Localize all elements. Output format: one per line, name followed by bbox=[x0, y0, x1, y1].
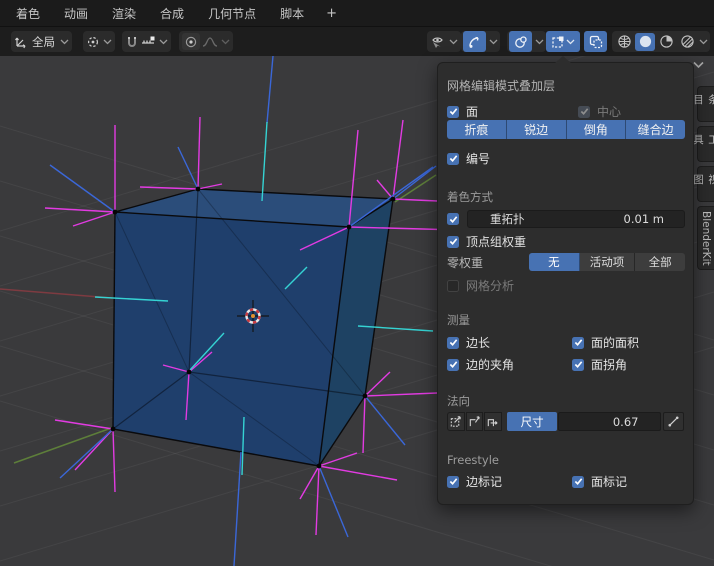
face-normals-toggle[interactable] bbox=[484, 412, 502, 431]
chevron-down-icon[interactable] bbox=[698, 39, 708, 45]
center-label: 中心 bbox=[597, 103, 621, 120]
edge-marks-checkbox[interactable] bbox=[447, 476, 459, 488]
transform-orientation-dropdown[interactable]: 全局 bbox=[11, 31, 72, 52]
normals-section-label: 法向 bbox=[447, 393, 470, 409]
retopology-checkbox[interactable] bbox=[447, 213, 459, 225]
bevel-button[interactable]: 倒角 bbox=[567, 120, 627, 139]
sidebar-tab-view[interactable]: 视图 bbox=[697, 166, 714, 202]
face-marks-checkbox[interactable] bbox=[572, 476, 584, 488]
proportional-editing-group bbox=[179, 31, 233, 52]
retopology-label: 重拓扑 bbox=[490, 211, 525, 227]
zero-weights-all-button[interactable]: 全部 bbox=[635, 253, 685, 271]
edge-angle-checkbox[interactable] bbox=[447, 359, 459, 371]
chevron-down-icon[interactable] bbox=[488, 39, 498, 45]
measurement-section-label: 测量 bbox=[447, 312, 470, 328]
mesh-analysis-label: 网格分析 bbox=[466, 277, 514, 294]
sidebar-tab-tool[interactable]: 工具 bbox=[697, 126, 714, 162]
freestyle-section-label: Freestyle bbox=[447, 453, 499, 467]
retopology-value: 0.01 m bbox=[624, 212, 664, 226]
mesh-edit-overlays-dropdown[interactable] bbox=[546, 31, 580, 52]
sidebar-tab-item[interactable]: 条目 bbox=[697, 86, 714, 122]
blender-window: 着色 动画 渲染 合成 几何节点 脚本 + 全局 bbox=[0, 0, 714, 566]
chevron-down-icon bbox=[448, 39, 458, 45]
workspace-tab-animation[interactable]: 动画 bbox=[52, 0, 100, 27]
retopology-offset-slider[interactable]: 重拓扑 0.01 m bbox=[467, 210, 685, 228]
proportional-editing-icon[interactable] bbox=[182, 33, 200, 50]
center-checkbox bbox=[578, 106, 590, 118]
topbar: 着色 动画 渲染 合成 几何节点 脚本 + bbox=[0, 0, 714, 27]
shading-section-label: 着色方式 bbox=[447, 189, 493, 205]
snapping-group bbox=[122, 31, 171, 52]
chevron-down-icon bbox=[59, 39, 69, 45]
mesh-analysis-checkbox bbox=[447, 280, 459, 292]
normals-size-value: 0.67 bbox=[613, 415, 639, 429]
snap-to-icon[interactable] bbox=[141, 35, 156, 49]
chevron-down-icon bbox=[566, 39, 576, 45]
face-area-checkbox[interactable] bbox=[572, 337, 584, 349]
show-overlays-button[interactable] bbox=[509, 31, 532, 52]
split-normals-toggle[interactable] bbox=[466, 412, 484, 431]
vertex-group-weights-checkbox[interactable] bbox=[447, 236, 459, 248]
pivot-point-dropdown[interactable] bbox=[83, 31, 115, 52]
orientation-label: 全局 bbox=[30, 34, 57, 50]
constant-screen-size-toggle[interactable] bbox=[663, 412, 684, 431]
solid-shading-icon[interactable] bbox=[635, 33, 655, 51]
face-angle-checkbox[interactable] bbox=[572, 359, 584, 371]
zero-weights-label: 零权重 bbox=[447, 254, 483, 271]
edge-length-checkbox[interactable] bbox=[447, 337, 459, 349]
indices-label: 编号 bbox=[466, 150, 490, 167]
falloff-curve-icon[interactable] bbox=[202, 35, 218, 49]
rendered-shading-icon[interactable] bbox=[677, 33, 697, 51]
normals-size-button[interactable]: 尺寸 bbox=[507, 412, 558, 431]
face-area-label: 面的面积 bbox=[591, 334, 639, 351]
object-type-visibility-dropdown[interactable] bbox=[427, 31, 461, 52]
pivot-point-icon bbox=[86, 35, 100, 49]
add-workspace-button[interactable]: + bbox=[316, 6, 347, 21]
vertex-normals-toggle[interactable] bbox=[447, 412, 465, 431]
magnet-icon[interactable] bbox=[125, 35, 139, 49]
workspace-tab-shading[interactable]: 着色 bbox=[4, 0, 52, 27]
edge-length-label: 边长 bbox=[466, 334, 490, 351]
gizmo-group bbox=[461, 31, 500, 52]
sidebar-tab-blenderkit[interactable]: BlenderKit bbox=[697, 206, 714, 270]
chevron-down-icon bbox=[158, 39, 168, 45]
normals-size-value-field[interactable]: 0.67 bbox=[558, 412, 661, 431]
overlays-group bbox=[507, 31, 546, 52]
xray-toggle-button[interactable] bbox=[584, 31, 607, 52]
wireframe-shading-icon[interactable] bbox=[614, 33, 634, 51]
creases-button[interactable]: 折痕 bbox=[447, 120, 507, 139]
workspace-tab-compositing[interactable]: 合成 bbox=[148, 0, 196, 27]
workspace-tab-geometry-nodes[interactable]: 几何节点 bbox=[196, 0, 268, 27]
chevron-down-icon bbox=[102, 39, 112, 45]
panel-title: 网格编辑模式叠加层 bbox=[447, 77, 555, 94]
seams-button[interactable]: 缝合边 bbox=[626, 120, 685, 139]
chevron-down-icon[interactable] bbox=[534, 39, 544, 45]
edge-angle-label: 边的夹角 bbox=[466, 356, 514, 373]
zero-weights-active-button[interactable]: 活动项 bbox=[580, 253, 636, 271]
zero-weights-none-button[interactable]: 无 bbox=[529, 253, 580, 271]
vertex-group-weights-label: 顶点组权重 bbox=[466, 233, 526, 250]
face-angle-label: 面拐角 bbox=[591, 356, 627, 373]
chevron-down-icon bbox=[220, 39, 230, 45]
faces-label: 面 bbox=[466, 103, 478, 120]
eye-pointer-icon bbox=[430, 35, 446, 49]
workspace-tab-scripting[interactable]: 脚本 bbox=[268, 0, 316, 27]
orientation-axes-icon bbox=[14, 35, 28, 49]
edge-marks-label: 边标记 bbox=[466, 473, 502, 490]
faces-checkbox[interactable] bbox=[447, 106, 459, 118]
sharp-button[interactable]: 锐边 bbox=[507, 120, 567, 139]
face-marks-label: 面标记 bbox=[591, 473, 627, 490]
workspace-tab-rendering[interactable]: 渲染 bbox=[100, 0, 148, 27]
indices-checkbox[interactable] bbox=[447, 153, 459, 165]
xray-icon bbox=[589, 35, 603, 49]
show-gizmo-button[interactable] bbox=[463, 31, 486, 52]
viewport-header: 全局 bbox=[0, 27, 714, 56]
edit-overlays-icon bbox=[551, 35, 565, 49]
shading-mode-group bbox=[612, 31, 710, 52]
mesh-edit-overlays-panel: 网格编辑模式叠加层 面 中心 折痕 锐边 倒角 缝合边 编号 bbox=[437, 62, 694, 505]
material-preview-shading-icon[interactable] bbox=[656, 33, 676, 51]
